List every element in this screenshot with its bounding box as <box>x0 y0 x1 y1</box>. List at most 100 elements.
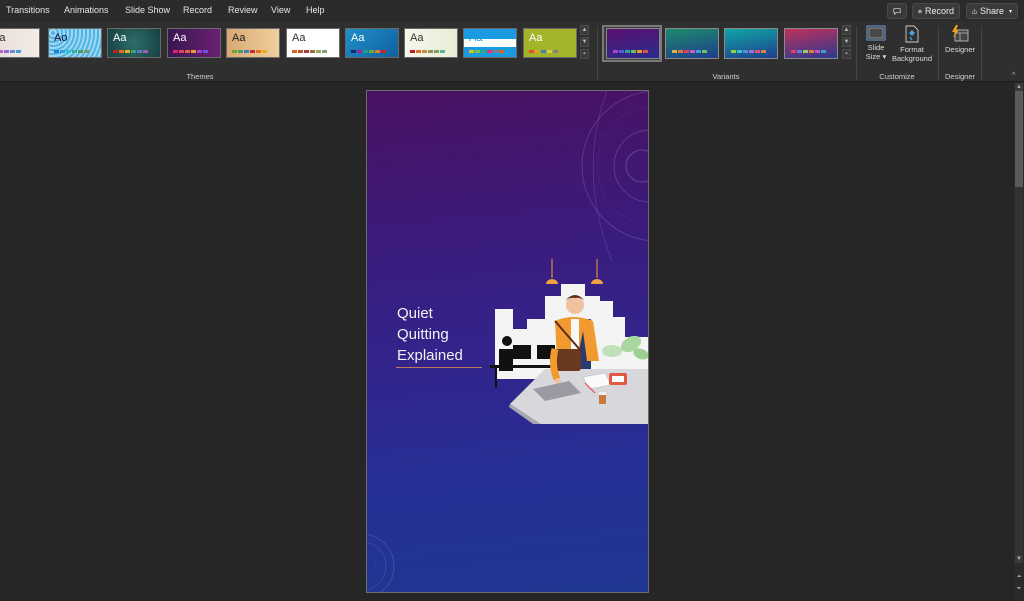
color-swatch <box>54 50 59 53</box>
color-swatch <box>529 50 534 53</box>
color-swatch <box>672 50 677 53</box>
color-swatch <box>375 50 380 53</box>
tab-record[interactable]: Record <box>183 5 212 15</box>
color-swatch <box>250 50 255 53</box>
color-swatch <box>0 50 3 53</box>
theme-thumbnail-6[interactable]: Aa <box>286 28 340 58</box>
color-swatch <box>84 50 89 53</box>
tab-help[interactable]: Help <box>306 5 325 15</box>
color-swatch <box>791 50 796 53</box>
color-swatch <box>815 50 820 53</box>
theme-sample-text: Aa <box>0 32 5 44</box>
theme-color-swatches <box>173 50 208 53</box>
variants-scroll-down[interactable]: ▼ <box>842 37 851 47</box>
color-swatch <box>72 50 77 53</box>
color-swatch <box>60 50 65 53</box>
variant-purple[interactable] <box>606 28 660 59</box>
theme-sample-text: Ao <box>54 32 68 44</box>
color-swatch <box>363 50 368 53</box>
color-swatch <box>809 50 814 53</box>
powerpoint-window: Transitions Animations Slide Show Record… <box>0 0 1024 601</box>
theme-thumbnail-8[interactable]: Aa <box>404 28 458 58</box>
theme-thumbnail-3[interactable]: Aa <box>107 28 161 58</box>
comments-button[interactable] <box>887 3 907 19</box>
variants-scroll-up[interactable]: ▲ <box>842 25 851 35</box>
color-swatch <box>643 50 648 53</box>
color-swatch <box>702 50 707 53</box>
theme-thumbnail-2[interactable]: Ao <box>48 28 102 58</box>
scroll-up-arrow[interactable]: ▲ <box>1015 83 1023 91</box>
variant-pink[interactable] <box>784 28 838 59</box>
tab-animations[interactable]: Animations <box>64 5 109 15</box>
color-swatch <box>298 50 303 53</box>
tab-review[interactable]: Review <box>228 5 258 15</box>
color-swatch <box>137 50 142 53</box>
chevron-down-icon[interactable]: ▾ <box>1009 8 1012 15</box>
color-swatch <box>16 50 21 53</box>
theme-thumbnail-7[interactable]: Aa <box>345 28 399 58</box>
theme-thumbnail-1[interactable]: Aa <box>0 28 40 58</box>
color-swatch <box>731 50 736 53</box>
share-label: Share <box>979 6 1004 16</box>
variant-teal[interactable] <box>724 28 778 59</box>
ribbon-tab-bar: Transitions Animations Slide Show Record… <box>0 0 1024 22</box>
color-swatch <box>440 50 445 53</box>
title-underline <box>396 367 482 368</box>
color-swatch <box>203 50 208 53</box>
vertical-scrollbar[interactable]: ▲ ▼ ⏶ ⏷ <box>1014 83 1024 601</box>
themes-scroll-up[interactable]: ▲ <box>580 25 589 35</box>
color-swatch <box>119 50 124 53</box>
title-line-3: Explained <box>397 347 463 364</box>
theme-sample-text: Aa <box>292 32 306 44</box>
collapse-ribbon-icon[interactable]: ^ <box>1012 72 1015 79</box>
designer-label: Designer <box>944 45 975 54</box>
previous-slide-icon[interactable]: ⏶ <box>1015 573 1023 581</box>
tab-transitions[interactable]: Transitions <box>6 5 50 15</box>
color-swatch <box>743 50 748 53</box>
tab-slide-show[interactable]: Slide Show <box>125 5 170 15</box>
scrollbar-thumb[interactable] <box>1015 91 1023 187</box>
color-swatch <box>493 50 498 53</box>
color-swatch <box>369 50 374 53</box>
theme-thumbnail-10[interactable]: Aa <box>523 28 577 58</box>
variant-color-swatches <box>613 50 648 53</box>
theme-thumbnail-5[interactable]: Aa <box>226 28 280 58</box>
color-swatch <box>690 50 695 53</box>
color-swatch <box>678 50 683 53</box>
color-swatch <box>613 50 618 53</box>
color-swatch <box>821 50 826 53</box>
theme-color-swatches <box>232 50 267 53</box>
theme-sample-text: Aa <box>469 32 483 44</box>
group-divider <box>938 26 939 80</box>
title-line-2: Quitting <box>397 326 449 343</box>
next-slide-icon[interactable]: ⏷ <box>1015 585 1023 593</box>
theme-color-swatches <box>469 50 504 53</box>
variant-green[interactable] <box>665 28 719 59</box>
group-label-customize: Customize <box>879 72 915 81</box>
theme-thumbnail-9[interactable]: Aa <box>463 28 517 58</box>
tab-view[interactable]: View <box>271 5 290 15</box>
slide-size-icon <box>866 25 886 41</box>
group-divider <box>597 26 598 80</box>
slide-title[interactable]: Quiet Quitting Explained <box>397 303 463 366</box>
format-background-button[interactable]: Format Background <box>890 25 934 63</box>
themes-scroll-down[interactable]: ▼ <box>580 37 589 47</box>
color-swatch <box>322 50 327 53</box>
share-button[interactable]: Share ▾ <box>966 3 1018 19</box>
slide[interactable]: Quiet Quitting Explained <box>366 90 649 593</box>
slide-size-button[interactable]: Slide Size ▾ <box>862 25 890 61</box>
color-swatch <box>797 50 802 53</box>
theme-thumbnail-4[interactable]: Aa <box>167 28 221 58</box>
record-button[interactable]: Record <box>912 3 960 19</box>
format-background-label-1: Format <box>900 45 924 54</box>
color-swatch <box>4 50 9 53</box>
theme-color-swatches <box>410 50 445 53</box>
themes-gallery-more[interactable]: ⩡ <box>580 49 589 59</box>
scroll-down-arrow[interactable]: ▼ <box>1015 555 1023 563</box>
color-swatch <box>416 50 421 53</box>
office-illustration[interactable] <box>485 259 649 424</box>
slide-size-label-2: Size ▾ <box>865 52 887 61</box>
variants-gallery-more[interactable]: ⩡ <box>842 49 851 59</box>
color-swatch <box>749 50 754 53</box>
designer-button[interactable]: Designer <box>942 25 978 54</box>
